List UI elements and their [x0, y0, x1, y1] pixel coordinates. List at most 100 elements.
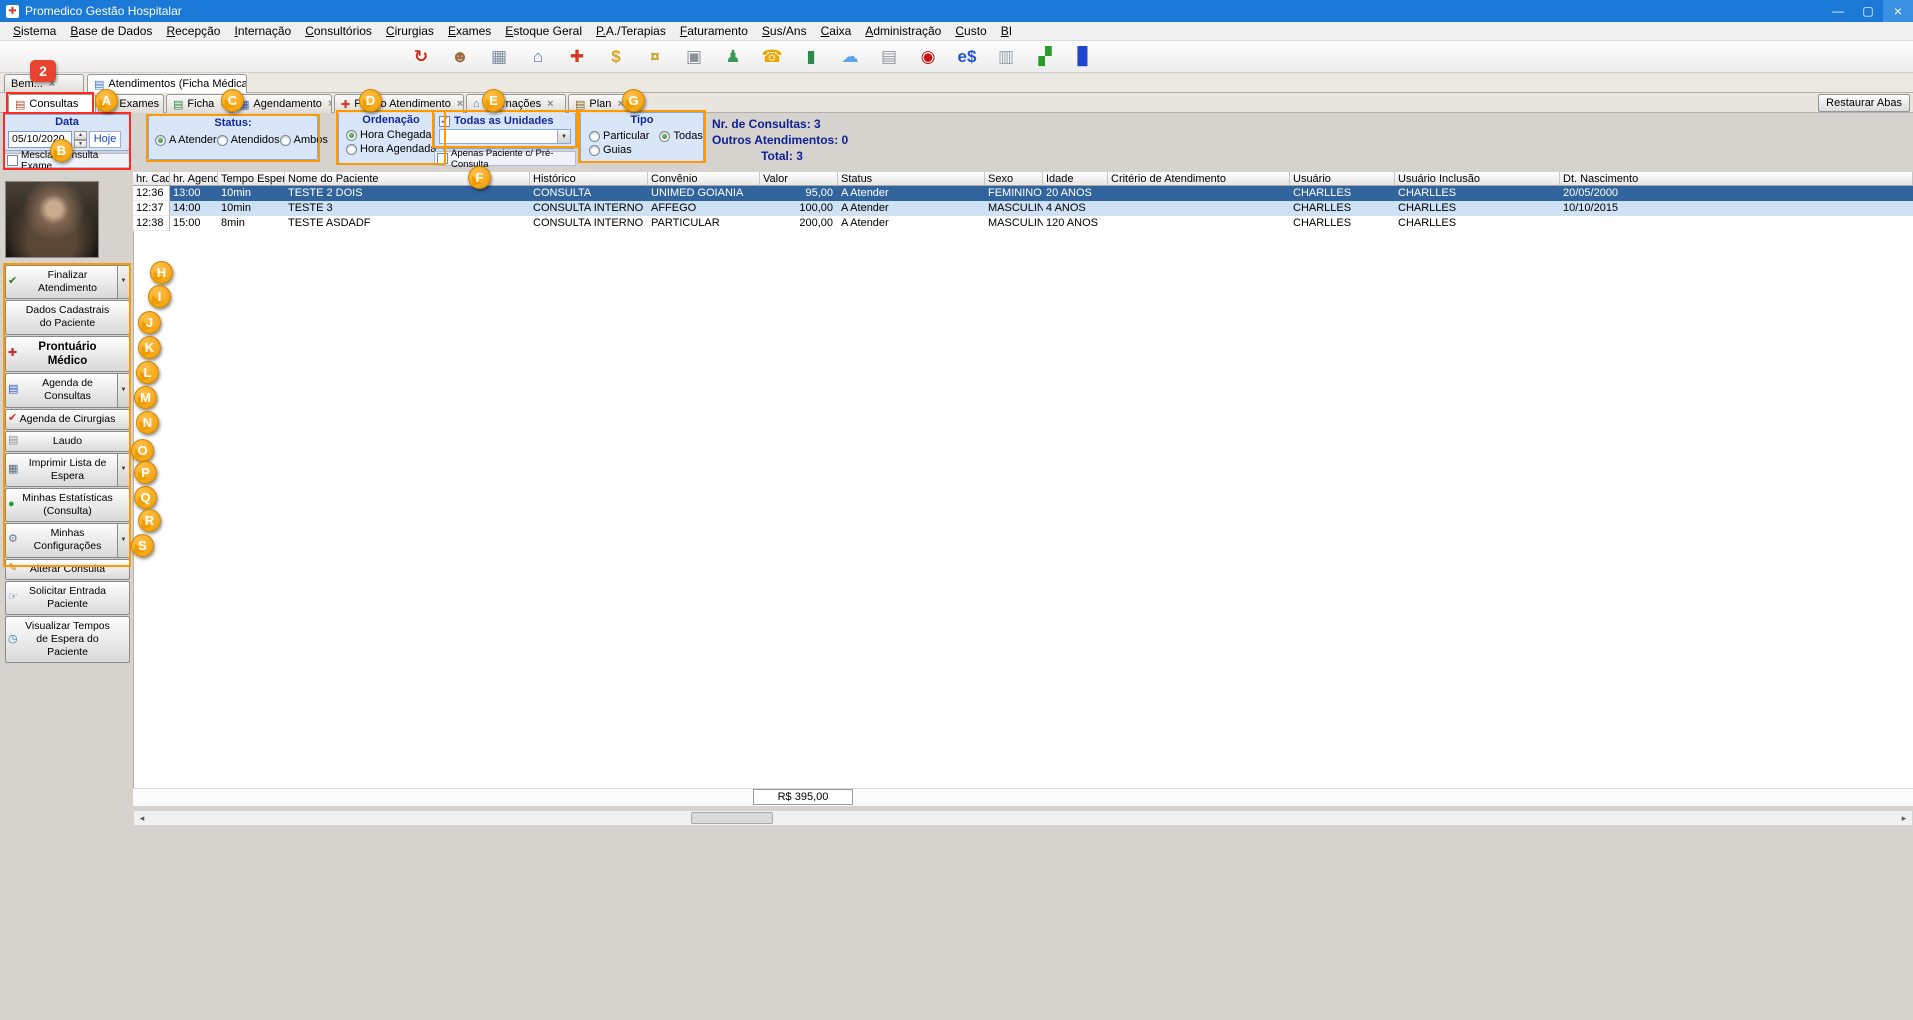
table-cell: CHARLLES: [1395, 216, 1560, 231]
menu-item-cirurgias[interactable]: Cirurgias: [379, 22, 441, 40]
menu-item-faturamento[interactable]: Faturamento: [673, 22, 755, 40]
notas-icon[interactable]: ▥: [993, 44, 1019, 70]
menu-item-recepcao[interactable]: Recepção: [159, 22, 227, 40]
radio-icon: [280, 135, 291, 146]
column-header-tempo-espera[interactable]: Tempo Espera: [218, 172, 285, 186]
sidebar-button-alterar-consulta[interactable]: ✎Alterar Consulta: [5, 559, 130, 580]
table-cell: [1108, 201, 1290, 216]
impressao-icon[interactable]: ▦: [486, 44, 512, 70]
maximize-button[interactable]: ▢: [1853, 0, 1883, 22]
sidebar-button-prontuario-medico[interactable]: ✚Prontuário Médico: [5, 336, 130, 373]
agenda-telefonica-icon[interactable]: ☎: [759, 44, 785, 70]
column-header-dt-nascimento[interactable]: Dt. Nascimento: [1560, 172, 1913, 186]
sidebar-button-agenda-de-cirurgias[interactable]: ✔Agenda de Cirurgias: [5, 409, 130, 430]
close-icon[interactable]: ×: [328, 98, 332, 110]
sidebar-button-visualizar-tempos-de-espera-do-paciente[interactable]: ◷Visualizar Tempos de Espera do Paciente: [5, 616, 130, 663]
close-button[interactable]: ×: [1883, 0, 1913, 22]
radio-hora-agendada[interactable]: Hora Agendada: [339, 141, 443, 155]
radio-hora-chegada[interactable]: Hora Chegada: [339, 127, 443, 141]
scroll-right-icon[interactable]: ▸: [1896, 811, 1912, 825]
sidebar-button-label: Minhas Estatísticas (Consulta): [19, 492, 116, 518]
column-header-status[interactable]: Status: [838, 172, 985, 186]
units-select[interactable]: ▼: [439, 129, 571, 144]
menu-item-sistema[interactable]: Sistema: [6, 22, 63, 40]
column-header-usuario-inclusao[interactable]: Usuário Inclusão: [1395, 172, 1560, 186]
sub-tab-consultas[interactable]: ▤Consultas: [8, 94, 96, 113]
sidebar-button-finalizar-atendimento[interactable]: ✔Finalizar Atendimento▼: [5, 265, 130, 299]
column-header-hr-agend[interactable]: hr. Agend.: [170, 172, 218, 186]
table-row[interactable]: 12:3613:0010minTESTE 2 DOISCONSULTAUNIME…: [133, 186, 1913, 201]
arquivo-icon[interactable]: ▣: [681, 44, 707, 70]
annotation-badge-2: 2: [30, 60, 56, 82]
close-icon[interactable]: ×: [547, 98, 553, 110]
recepcao-icon[interactable]: ☻: [447, 44, 473, 70]
spinner-up-icon[interactable]: ▴: [74, 131, 87, 140]
pre-consult-only-checkbox[interactable]: Apenas Paciente c/ Pré-Consulta: [434, 151, 576, 166]
spinner-down-icon[interactable]: ▾: [74, 140, 87, 149]
restore-tabs-button[interactable]: Restaurar Abas: [1818, 94, 1910, 112]
sidebar-button-minhas-configuracoes[interactable]: ⚙Minhas Configurações▼: [5, 523, 130, 557]
menu-item-estoque-geral[interactable]: Estoque Geral: [498, 22, 589, 40]
caixa-icon[interactable]: ¤: [642, 44, 668, 70]
ambulancia-icon[interactable]: ✚: [564, 44, 590, 70]
horizontal-scrollbar[interactable]: ◂ ▸: [133, 810, 1913, 826]
radio-guias[interactable]: Guias: [589, 144, 703, 156]
column-header-historico[interactable]: Histórico: [530, 172, 648, 186]
table-cell: [1108, 216, 1290, 231]
all-units-checkbox[interactable]: Todas as Unidades: [439, 115, 571, 127]
tab-label: Exames: [119, 98, 159, 110]
column-header-valor[interactable]: Valor: [760, 172, 838, 186]
dropdown-arrow-icon[interactable]: ▼: [117, 266, 129, 298]
sair-icon[interactable]: ◉: [915, 44, 941, 70]
radio-ambos[interactable]: Ambos: [280, 134, 328, 146]
column-header-nome-do-paciente[interactable]: Nome do Paciente: [285, 172, 530, 186]
sidebar-button-dados-cadastrais-do-paciente[interactable]: Dados Cadastrais do Paciente: [5, 300, 130, 334]
scrollbar-thumb[interactable]: [691, 812, 773, 824]
radio-particular[interactable]: Particular: [589, 130, 649, 142]
column-header-sexo[interactable]: Sexo: [985, 172, 1043, 186]
financeiro-icon[interactable]: $: [603, 44, 629, 70]
table-row[interactable]: 12:3815:008minTESTE ASDADFCONSULTA INTER…: [133, 216, 1913, 231]
menu-item-p-a-terapias[interactable]: P.A./Terapias: [589, 22, 673, 40]
e-caixa-icon[interactable]: e$: [954, 44, 980, 70]
menu-item-administracao[interactable]: Administração: [858, 22, 948, 40]
menu-item-custo[interactable]: Custo: [948, 22, 993, 40]
menu-item-bi[interactable]: BI: [994, 22, 1019, 40]
menu-item-exames[interactable]: Exames: [441, 22, 498, 40]
close-icon[interactable]: ×: [457, 98, 463, 110]
menu-item-base-de-dados[interactable]: Base de Dados: [63, 22, 159, 40]
relatorio-icon[interactable]: ▤: [876, 44, 902, 70]
internacao-icon[interactable]: ⌂: [525, 44, 551, 70]
sidebar-button-agenda-de-consultas[interactable]: ▤Agenda de Consultas▼: [5, 373, 130, 407]
sidebar-button-minhas-estatisticas-consulta[interactable]: ●Minhas Estatísticas (Consulta): [5, 488, 130, 522]
scroll-left-icon[interactable]: ◂: [134, 811, 150, 825]
estatisticas-icon[interactable]: ♟: [720, 44, 746, 70]
radio-todas[interactable]: Todas: [659, 130, 702, 142]
menu-item-caixa[interactable]: Caixa: [814, 22, 859, 40]
sidebar-button-solicitar-entrada-paciente[interactable]: ☞Solicitar Entrada Paciente: [5, 581, 130, 615]
bi-icon[interactable]: ▊: [1071, 44, 1097, 70]
today-button[interactable]: Hoje: [89, 131, 121, 148]
agenda-icon[interactable]: ▮: [798, 44, 824, 70]
table-row[interactable]: 12:3714:0010minTESTE 3CONSULTA INTERNOAF…: [133, 201, 1913, 216]
menu-item-sus-ans[interactable]: Sus/Ans: [755, 22, 814, 40]
minimize-button[interactable]: —: [1823, 0, 1853, 22]
column-header-usuario[interactable]: Usuário: [1290, 172, 1395, 186]
sub-tab-agendamento[interactable]: ▦Agendamento×: [232, 94, 332, 113]
grafico-icon[interactable]: ▞: [1032, 44, 1058, 70]
atualizar-icon[interactable]: ↻: [408, 44, 434, 70]
dropdown-arrow-icon[interactable]: ▼: [117, 374, 129, 406]
table-cell: 12:38: [133, 216, 170, 231]
column-header-convenio[interactable]: Convênio: [648, 172, 760, 186]
column-header-hr-cad[interactable]: hr. Cad.: [133, 172, 170, 186]
menu-item-consultorios[interactable]: Consultórios: [298, 22, 379, 40]
column-header-idade[interactable]: Idade: [1043, 172, 1108, 186]
edit-consult-icon: ✎: [8, 562, 17, 576]
mensagens-icon[interactable]: ☁: [837, 44, 863, 70]
radio-atendidos[interactable]: Atendidos: [217, 134, 280, 146]
sidebar-button-laudo[interactable]: ▤Laudo: [5, 431, 130, 452]
sidebar-button-imprimir-lista-de-espera[interactable]: ▦Imprimir Lista de Espera▼: [5, 453, 130, 487]
radio-a-atender[interactable]: A Atender: [155, 134, 217, 146]
column-header-criterio-de-atendimento[interactable]: Critério de Atendimento: [1108, 172, 1290, 186]
menu-item-internacao[interactable]: Internação: [227, 22, 298, 40]
